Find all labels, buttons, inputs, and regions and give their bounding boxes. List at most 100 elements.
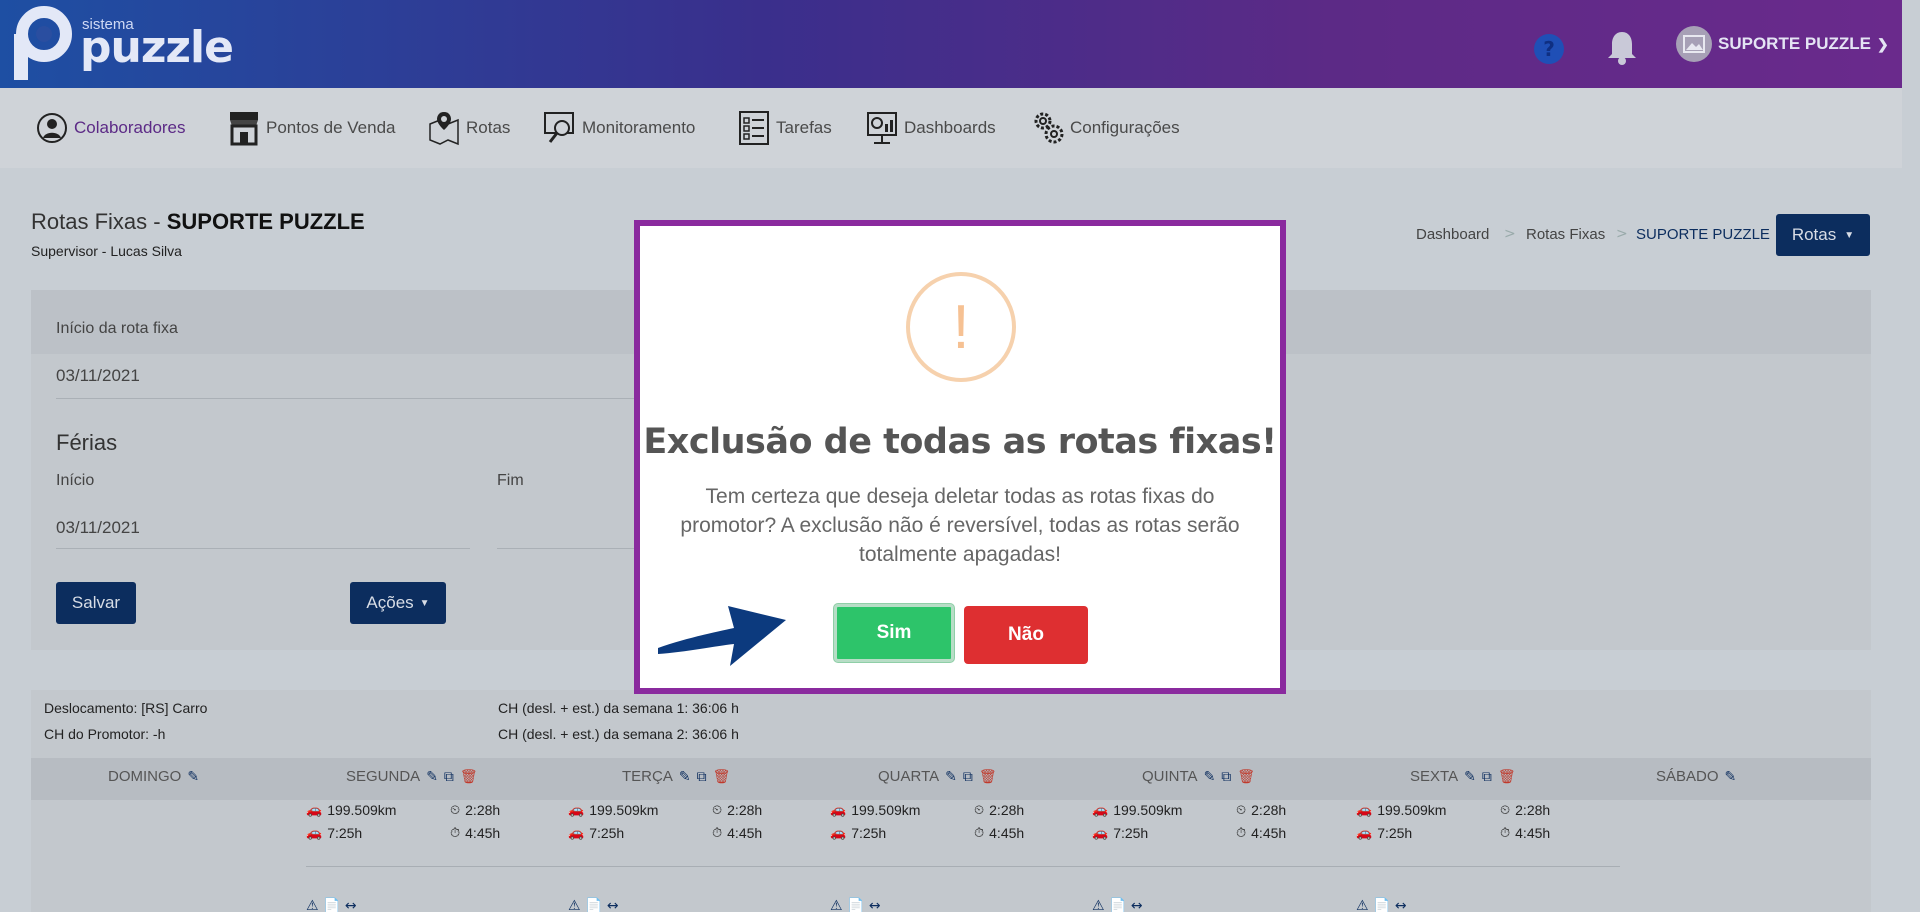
- pencil-icon[interactable]: ✎: [679, 768, 691, 785]
- day-stat: ⏱ 4:45h: [450, 825, 500, 841]
- route-tools-icon[interactable]: ⚠ 📄 ↔: [1356, 898, 1407, 912]
- day-stat: 🚗 199.509km: [1356, 802, 1446, 818]
- caret-down-icon: ▼: [1844, 229, 1855, 241]
- pencil-icon[interactable]: ✎: [1204, 768, 1216, 785]
- trash-icon[interactable]: 🗑: [713, 768, 731, 785]
- breadcrumb-rotas-fixas[interactable]: Rotas Fixas: [1526, 226, 1605, 243]
- day-stat: 🚗 199.509km: [830, 802, 920, 818]
- stat-value: 199.509km: [1377, 802, 1447, 818]
- help-icon[interactable]: ?: [1534, 34, 1564, 64]
- car-clock-icon: 🚗: [306, 825, 323, 840]
- confirm-yes-button[interactable]: Sim: [834, 604, 954, 662]
- rotas-dropdown-button[interactable]: Rotas ▼: [1776, 214, 1870, 256]
- user-menu[interactable]: SUPORTE PUZZLE ❯: [1676, 26, 1889, 62]
- stat-value: 199.509km: [1113, 802, 1183, 818]
- travel-mode-text: Deslocamento: [RS] Carro: [44, 700, 208, 716]
- day-label: DOMINGO: [108, 768, 182, 785]
- vacation-start-input[interactable]: 03/11/2021: [56, 518, 140, 538]
- pencil-icon[interactable]: ✎: [187, 768, 199, 785]
- map-pin-icon: [429, 112, 459, 146]
- day-stat: ⏱ 4:45h: [712, 825, 762, 841]
- trash-icon[interactable]: 🗑: [460, 768, 478, 785]
- timer-icon: ⏱: [1236, 825, 1247, 840]
- start-date-input[interactable]: 03/11/2021: [56, 366, 140, 386]
- share-icon[interactable]: ⧉: [1482, 768, 1492, 785]
- day-stat: ⏱ 4:45h: [974, 825, 1024, 841]
- vacation-start-label: Início: [56, 472, 95, 489]
- share-icon[interactable]: ⧉: [444, 768, 454, 785]
- nav-item-pontos-de-venda[interactable]: Pontos de Venda: [228, 108, 396, 148]
- breadcrumb-dashboard[interactable]: Dashboard: [1416, 226, 1489, 243]
- actions-dropdown-button[interactable]: Ações ▼: [350, 582, 446, 624]
- chevron-down-icon: ❯: [1877, 35, 1889, 52]
- pencil-icon[interactable]: ✎: [426, 768, 438, 785]
- warning-icon: !: [906, 272, 1016, 382]
- day-stat: ⏱ 4:45h: [1500, 825, 1550, 841]
- pencil-icon[interactable]: ✎: [945, 768, 957, 785]
- share-icon[interactable]: ⧉: [1221, 768, 1231, 785]
- day-stat: 🚗 7:25h: [830, 825, 886, 841]
- cancel-no-button[interactable]: Não: [964, 606, 1088, 664]
- start-date-label: Início da rota fixa: [56, 320, 178, 337]
- stat-value: 4:45h: [1251, 825, 1287, 841]
- brand-logo[interactable]: sistema puzzle: [14, 4, 234, 84]
- route-tools-icon[interactable]: ⚠ 📄 ↔: [568, 898, 619, 912]
- nav-item-colaboradores[interactable]: Colaboradores: [36, 108, 186, 148]
- nav-item-tarefas[interactable]: Tarefas: [738, 108, 832, 148]
- nav-label: Pontos de Venda: [266, 118, 396, 137]
- pointer-arrow-icon: [658, 606, 786, 666]
- stat-value: 199.509km: [851, 802, 921, 818]
- pencil-icon[interactable]: ✎: [1725, 768, 1737, 785]
- car-clock-icon: 🚗: [1356, 825, 1373, 840]
- day-stat: ⏲ 2:28h: [1236, 802, 1286, 818]
- trash-icon[interactable]: 🗑: [1237, 768, 1255, 785]
- day-stat: ⏲ 2:28h: [1500, 802, 1550, 818]
- monitor-search-icon: [544, 112, 574, 143]
- stopwatch-icon: ⏲: [1500, 802, 1511, 817]
- nav-item-monitoramento[interactable]: Monitoramento: [544, 108, 695, 148]
- stat-value: 2:28h: [727, 802, 763, 818]
- route-tools-icon[interactable]: ⚠ 📄 ↔: [306, 898, 357, 912]
- timer-icon: ⏱: [450, 825, 461, 840]
- car-icon: 🚗: [1356, 802, 1373, 817]
- page-title: Rotas Fixas - SUPORTE PUZZLE: [31, 209, 365, 235]
- day-stat: 🚗 199.509km: [568, 802, 658, 818]
- stat-value: 199.509km: [327, 802, 397, 818]
- actions-button-label: Ações: [366, 593, 414, 612]
- pencil-icon[interactable]: ✎: [1464, 768, 1476, 785]
- top-header: sistema puzzle ? SUPORTE PUZZLE ❯: [0, 0, 1902, 88]
- day-quarta: QUARTA ✎ ⧉ 🗑: [878, 768, 997, 785]
- trash-icon[interactable]: 🗑: [1498, 768, 1516, 785]
- week1-hours-text: CH (desl. + est.) da semana 1: 36:06 h: [498, 700, 739, 716]
- vacation-end-input[interactable]: [497, 548, 637, 549]
- logo-name-text: puzzle: [80, 22, 234, 73]
- car-icon: 🚗: [1092, 802, 1109, 817]
- nav-item-rotas[interactable]: Rotas: [428, 108, 510, 148]
- stopwatch-icon: ⏲: [450, 802, 461, 817]
- route-tools-icon[interactable]: ⚠ 📄 ↔: [830, 898, 881, 912]
- stat-value: 2:28h: [989, 802, 1025, 818]
- nav-item-configuracoes[interactable]: Configurações: [1032, 108, 1180, 148]
- nav-label: Rotas: [466, 118, 511, 137]
- stat-value: 7:25h: [1377, 825, 1413, 841]
- car-clock-icon: 🚗: [830, 825, 847, 840]
- vacation-title: Férias: [56, 430, 118, 455]
- share-icon[interactable]: ⧉: [697, 768, 707, 785]
- page-title-bold: SUPORTE PUZZLE: [166, 209, 365, 234]
- day-stat: ⏱ 4:45h: [1236, 825, 1286, 841]
- bell-icon[interactable]: [1606, 30, 1638, 66]
- avatar: [1676, 26, 1712, 62]
- car-icon: 🚗: [830, 802, 847, 817]
- trash-icon[interactable]: 🗑: [979, 768, 997, 785]
- stat-value: 7:25h: [851, 825, 887, 841]
- nav-label: Dashboards: [904, 118, 996, 137]
- stat-value: 7:25h: [589, 825, 625, 841]
- nav-item-dashboards[interactable]: Dashboards: [866, 108, 996, 148]
- day-stat: 🚗 199.509km: [306, 802, 396, 818]
- day-label: SEXTA: [1410, 768, 1459, 785]
- day-stat: 🚗 7:25h: [1092, 825, 1148, 841]
- share-icon[interactable]: ⧉: [963, 768, 973, 785]
- timer-icon: ⏱: [712, 825, 723, 840]
- save-button[interactable]: Salvar: [56, 582, 136, 624]
- route-tools-icon[interactable]: ⚠ 📄 ↔: [1092, 898, 1143, 912]
